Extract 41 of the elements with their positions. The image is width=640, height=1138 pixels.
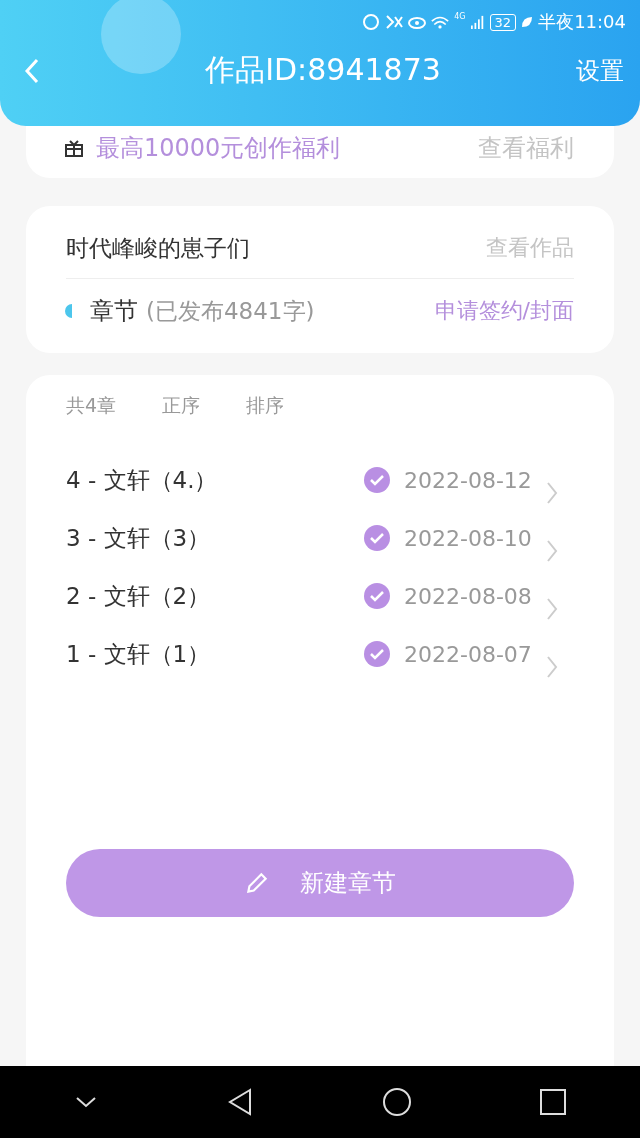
circle-icon xyxy=(362,13,381,31)
chapter-row[interactable]: 4 - 文轩（4.） 2022-08-12 xyxy=(66,451,574,509)
back-icon[interactable] xyxy=(226,1088,254,1116)
leaf-icon xyxy=(521,16,534,28)
chapter-date: 2022-08-08 xyxy=(404,582,532,611)
chapter-date: 2022-08-10 xyxy=(404,524,532,553)
chevron-icon xyxy=(546,539,558,563)
chapter-row[interactable]: 2 - 文轩（2） 2022-08-08 xyxy=(66,567,574,625)
chevron-icon xyxy=(546,655,558,679)
chevron-icon xyxy=(546,597,558,621)
marker-icon xyxy=(64,304,72,318)
chapter-title: 3 - 文轩（3） xyxy=(66,523,212,553)
chapter-date: 2022-08-07 xyxy=(404,640,532,669)
new-chapter-button[interactable]: 新建章节 xyxy=(66,849,574,917)
chapter-title: 4 - 文轩（4.） xyxy=(66,465,219,495)
clock-time: 半夜11:04 xyxy=(538,10,626,34)
page-title: 作品ID:8941873 xyxy=(205,51,441,89)
sort-button[interactable]: 排序 xyxy=(246,393,285,419)
recents-icon[interactable] xyxy=(540,1089,566,1115)
chapter-title: 1 - 文轩（1） xyxy=(66,639,212,669)
chapters-label: 章节 xyxy=(90,296,138,327)
benefit-text: 最高10000元创作福利 xyxy=(96,133,341,164)
chapter-row[interactable]: 1 - 文轩（1） 2022-08-07 xyxy=(66,625,574,683)
chapter-title: 2 - 文轩（2） xyxy=(66,581,212,611)
network-label: 4G xyxy=(454,12,466,21)
home-icon[interactable] xyxy=(382,1087,412,1117)
view-benefits-link[interactable]: 查看福利 xyxy=(478,132,574,164)
settings-button[interactable]: 设置 xyxy=(576,54,624,87)
chapter-row[interactable]: 3 - 文轩（3） 2022-08-10 xyxy=(66,509,574,567)
chapter-date: 2022-08-12 xyxy=(404,466,532,495)
apply-contract-link[interactable]: 申请签约/封面 xyxy=(434,296,574,326)
work-title: 时代峰峻的崽子们 xyxy=(66,233,250,263)
word-count: (已发布4841字) xyxy=(146,296,315,326)
view-work-link[interactable]: 查看作品 xyxy=(486,233,574,263)
signal-icon xyxy=(470,14,485,30)
pencil-icon xyxy=(244,870,270,896)
order-button[interactable]: 正序 xyxy=(162,393,201,419)
gift-icon xyxy=(64,138,84,158)
battery-level: 32 xyxy=(489,13,517,31)
chevron-icon xyxy=(546,481,558,505)
chapter-count: 共4章 xyxy=(66,393,117,418)
